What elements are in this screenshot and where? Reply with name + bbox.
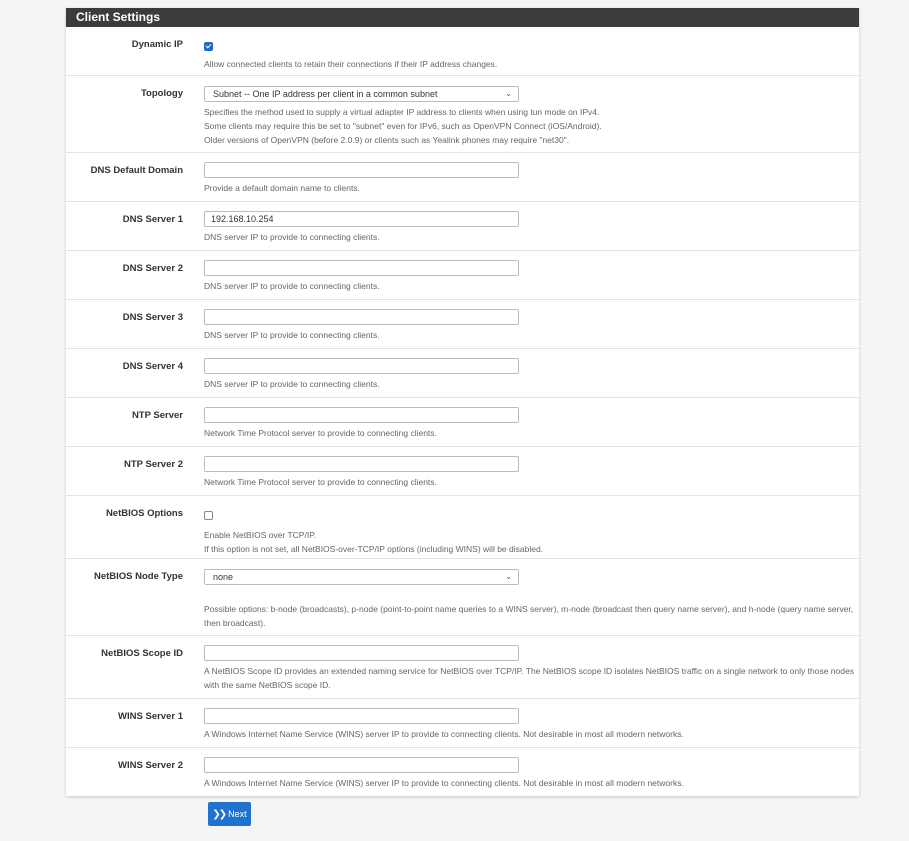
label-ntp-server: NTP Server — [131, 410, 183, 421]
row-dns-server-2: DNS Server 2 DNS server IP to provide to… — [66, 251, 859, 300]
dns-server-3-input[interactable] — [204, 309, 519, 325]
row-ntp-server: NTP Server Network Time Protocol server … — [66, 398, 859, 447]
label-dns-server-1: DNS Server 1 — [122, 214, 183, 225]
help-dns-server-4: DNS server IP to provide to connecting c… — [204, 379, 380, 389]
help-dns-default-domain: Provide a default domain name to clients… — [204, 183, 360, 193]
label-ntp-server-2: NTP Server 2 — [124, 459, 183, 470]
client-settings-panel: Client Settings Dynamic IP Allow connect… — [66, 8, 859, 796]
help-ntp-server-2: Network Time Protocol server to provide … — [204, 477, 437, 487]
row-wins-server-2: WINS Server 2 A Windows Internet Name Se… — [66, 748, 859, 796]
help-dns-server-3: DNS server IP to provide to connecting c… — [204, 330, 380, 340]
row-netbios-scope-id: NetBIOS Scope ID A NetBIOS Scope ID prov… — [66, 636, 859, 699]
netbios-node-type-select[interactable]: none ⌄ — [204, 569, 519, 585]
help-topology-2: Some clients may require this be set to … — [204, 121, 602, 131]
help-wins-server-2: A Windows Internet Name Service (WINS) s… — [204, 778, 684, 788]
row-dns-server-1: DNS Server 1 DNS server IP to provide to… — [66, 202, 859, 251]
dns-server-1-input[interactable] — [204, 211, 519, 227]
label-dns-server-3: DNS Server 3 — [122, 312, 183, 323]
dns-server-2-input[interactable] — [204, 260, 519, 276]
help-dns-server-1: DNS server IP to provide to connecting c… — [204, 232, 380, 242]
label-dns-server-4: DNS Server 4 — [122, 361, 183, 372]
wins-server-1-input[interactable] — [204, 708, 519, 724]
topology-selected: Subnet -- One IP address per client in a… — [213, 89, 438, 99]
netbios-options-checkbox[interactable] — [204, 511, 213, 520]
help-topology-3: Older versions of OpenVPN (before 2.0.9)… — [204, 135, 570, 145]
row-dynamic-ip: Dynamic IP Allow connected clients to re… — [66, 27, 859, 76]
next-button[interactable]: ❯❯ Next — [208, 802, 251, 826]
help-netbios-options-1: Enable NetBIOS over TCP/IP. — [204, 530, 317, 540]
row-dns-server-4: DNS Server 4 DNS server IP to provide to… — [66, 349, 859, 398]
help-dns-server-2: DNS server IP to provide to connecting c… — [204, 281, 380, 291]
chevron-down-icon: ⌄ — [505, 572, 512, 581]
wins-server-2-input[interactable] — [204, 757, 519, 773]
help-netbios-scope-id: A NetBIOS Scope ID provides an extended … — [204, 666, 854, 690]
row-netbios-options: NetBIOS Options Enable NetBIOS over TCP/… — [66, 496, 859, 559]
next-button-label: Next — [228, 809, 247, 819]
row-ntp-server-2: NTP Server 2 Network Time Protocol serve… — [66, 447, 859, 496]
double-chevron-right-icon: ❯❯ — [212, 808, 227, 820]
label-netbios-options: NetBIOS Options — [105, 508, 183, 519]
label-wins-server-2: WINS Server 2 — [118, 760, 183, 771]
row-wins-server-1: WINS Server 1 A Windows Internet Name Se… — [66, 699, 859, 748]
help-topology-1: Specifies the method used to supply a vi… — [204, 107, 600, 117]
row-topology: Topology Subnet -- One IP address per cl… — [66, 76, 859, 153]
row-dns-server-3: DNS Server 3 DNS server IP to provide to… — [66, 300, 859, 349]
chevron-down-icon: ⌄ — [505, 89, 512, 98]
netbios-node-type-selected: none — [213, 572, 234, 582]
ntp-server-2-input[interactable] — [204, 456, 519, 472]
help-netbios-options-2: If this option is not set, all NetBIOS-o… — [204, 544, 544, 554]
row-dns-default-domain: DNS Default Domain Provide a default dom… — [66, 153, 859, 202]
label-netbios-node-type: NetBIOS Node Type — [93, 571, 183, 582]
label-dynamic-ip: Dynamic IP — [131, 39, 183, 50]
label-netbios-scope-id: NetBIOS Scope ID — [101, 648, 183, 659]
ntp-server-input[interactable] — [204, 407, 519, 423]
label-wins-server-1: WINS Server 1 — [118, 711, 183, 722]
dns-server-4-input[interactable] — [204, 358, 519, 374]
help-dynamic-ip: Allow connected clients to retain their … — [204, 59, 498, 69]
label-dns-default-domain: DNS Default Domain — [90, 165, 183, 176]
help-ntp-server: Network Time Protocol server to provide … — [204, 428, 437, 438]
netbios-scope-id-input[interactable] — [204, 645, 519, 661]
panel-title: Client Settings — [66, 8, 859, 27]
help-netbios-node-type: Possible options: b-node (broadcasts), p… — [204, 604, 854, 628]
row-netbios-node-type: NetBIOS Node Type none ⌄ Possible option… — [66, 559, 859, 636]
topology-select[interactable]: Subnet -- One IP address per client in a… — [204, 86, 519, 102]
dynamic-ip-checkbox[interactable] — [204, 42, 213, 51]
dns-default-domain-input[interactable] — [204, 162, 519, 178]
label-topology: Topology — [140, 88, 183, 99]
help-wins-server-1: A Windows Internet Name Service (WINS) s… — [204, 729, 684, 739]
label-dns-server-2: DNS Server 2 — [122, 263, 183, 274]
